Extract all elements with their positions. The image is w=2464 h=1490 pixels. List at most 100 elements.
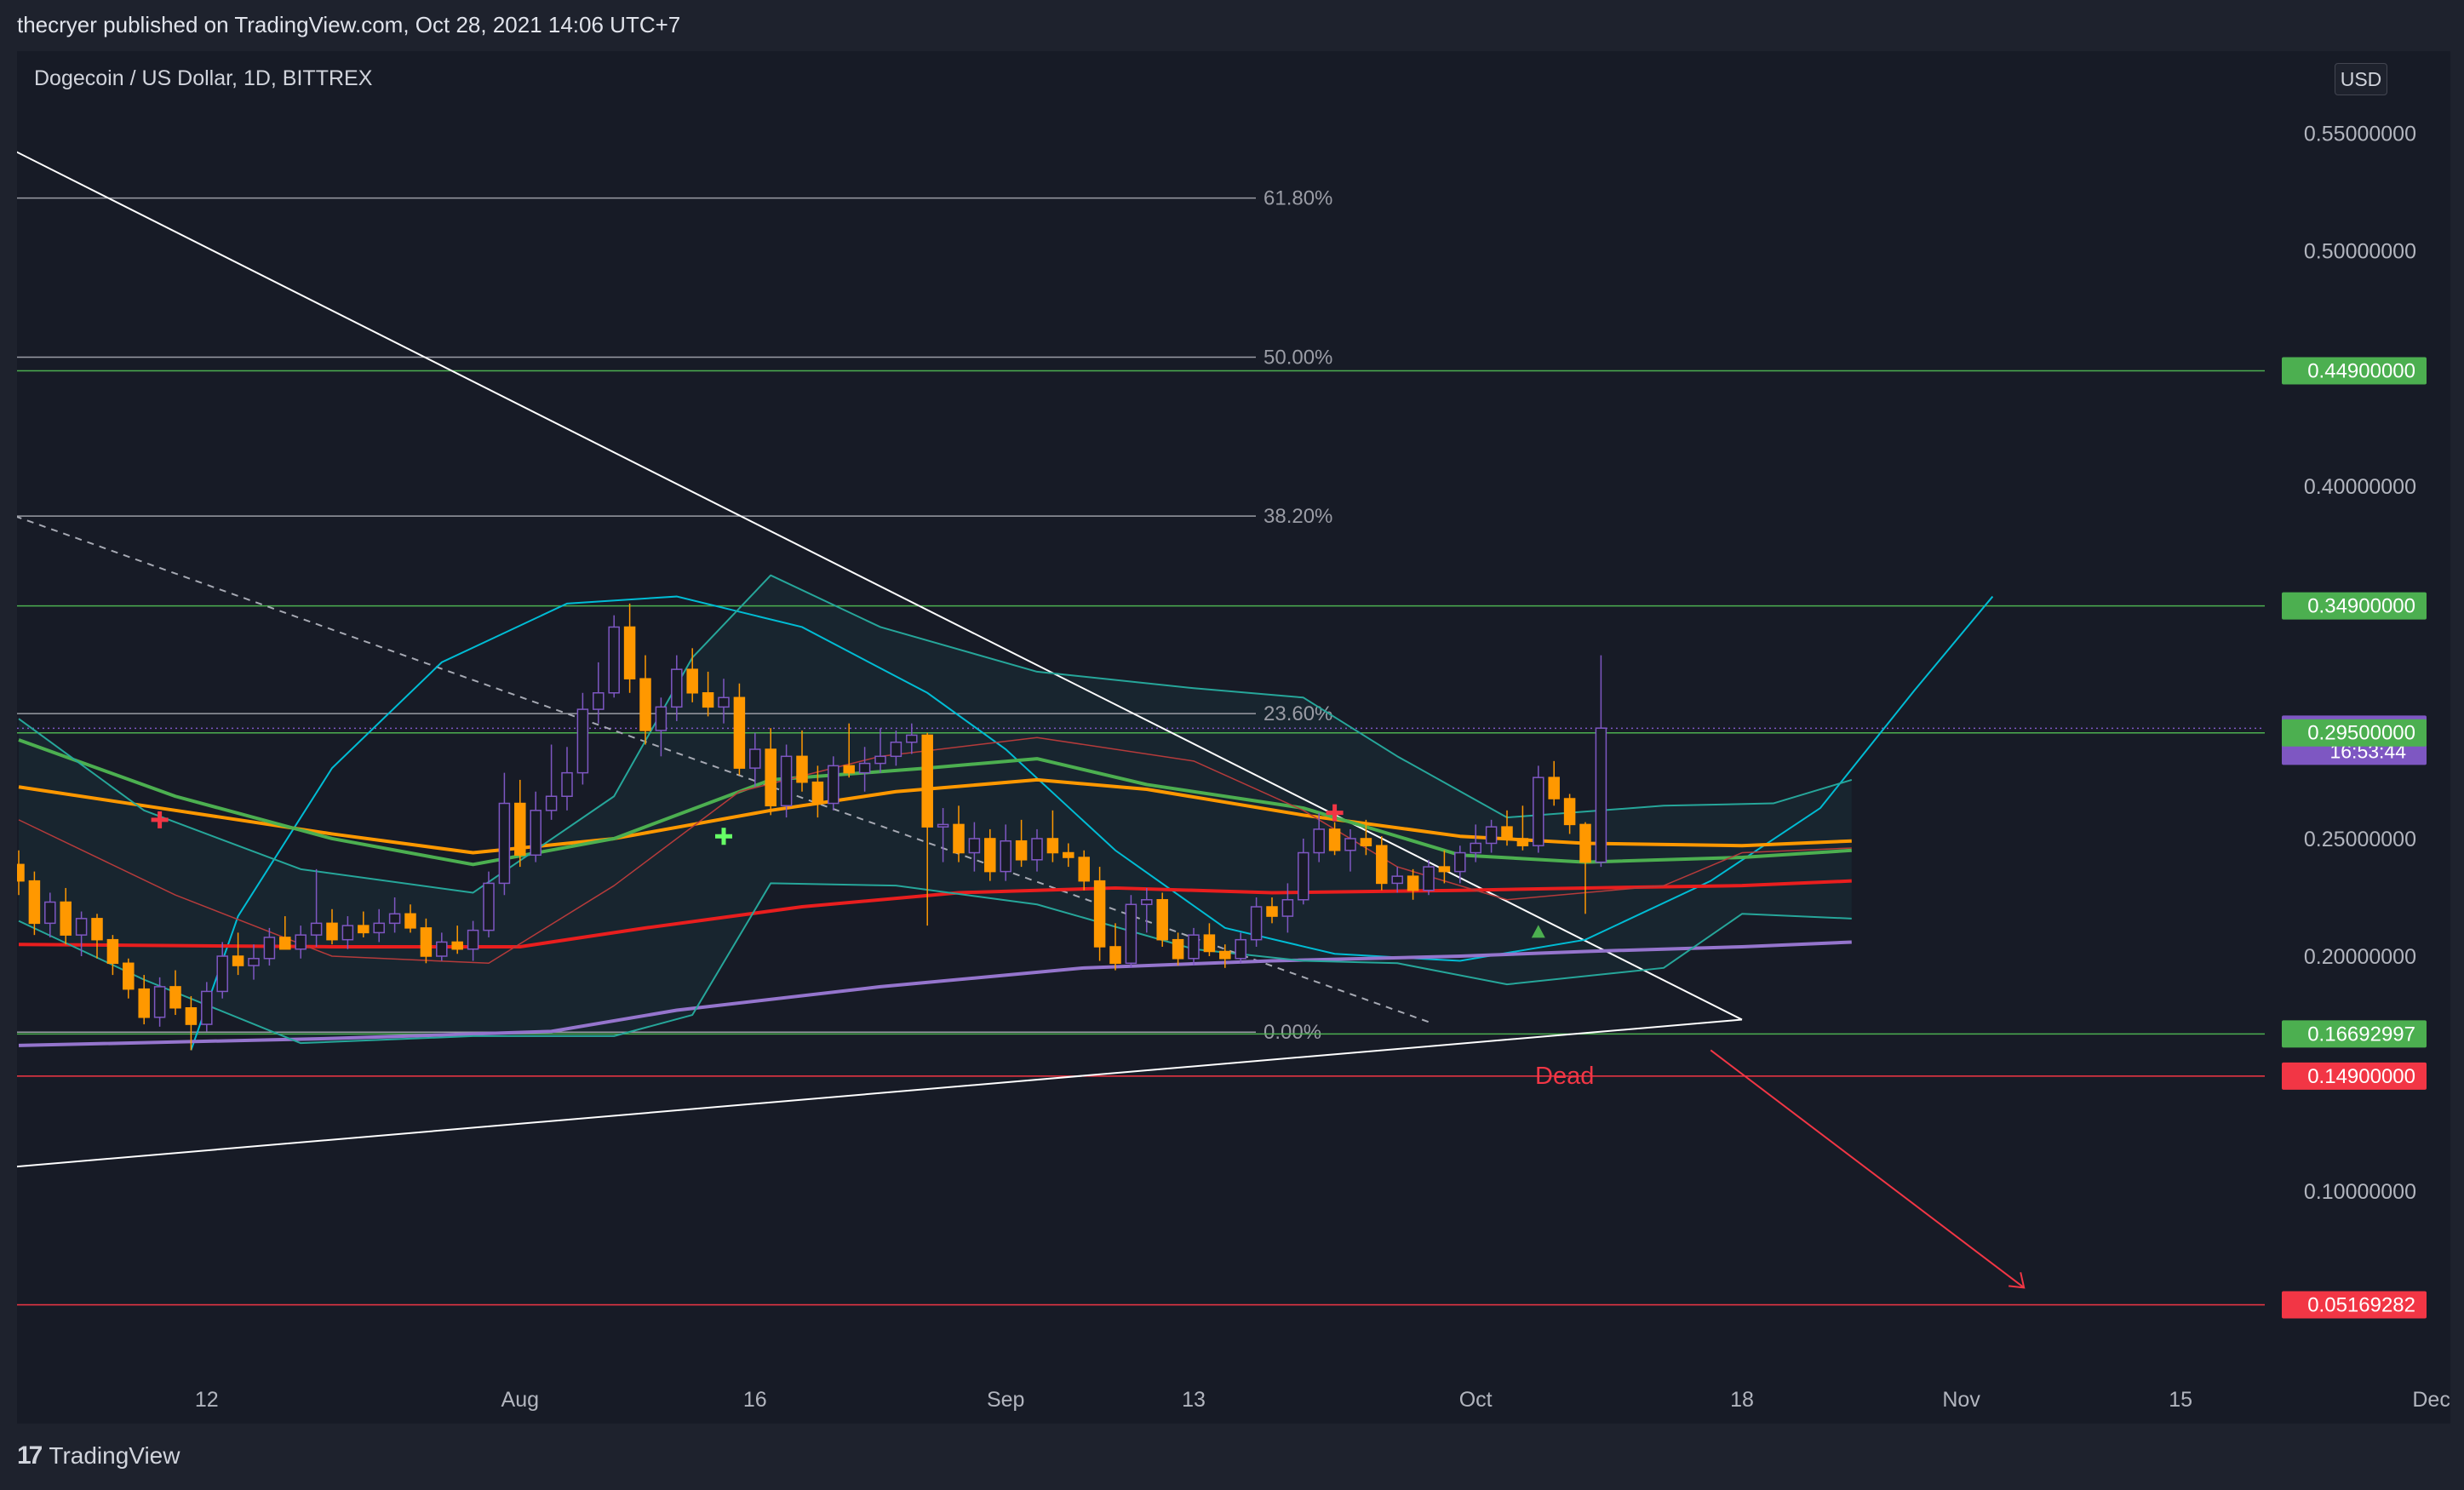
fib-level-label: 50.00%: [1264, 346, 1332, 369]
candle: [1328, 828, 1341, 851]
candle: [341, 925, 354, 941]
candle: [796, 755, 808, 783]
candle: [702, 692, 714, 708]
candle: [718, 696, 730, 708]
candle: [828, 765, 839, 805]
candle: [1219, 950, 1231, 960]
candle: [1548, 777, 1560, 799]
candle: [498, 802, 511, 885]
y-axis-tick-label: 0.20000000: [2304, 945, 2416, 969]
candle: [1172, 938, 1184, 960]
candle: [561, 771, 573, 798]
candle: [1015, 840, 1028, 861]
x-axis-tick-label: 12: [195, 1388, 219, 1412]
candle: [843, 765, 855, 774]
rising-trendline: [17, 1018, 1743, 1168]
y-axis-tick-label: 0.50000000: [2304, 240, 2416, 264]
price-badge-label: 0.16692997: [2307, 1023, 2415, 1046]
candle: [1376, 845, 1388, 885]
candle: [1313, 828, 1325, 854]
candle: [1203, 934, 1216, 953]
y-axis-tick-label: 0.40000000: [2304, 475, 2416, 499]
candle: [91, 918, 103, 941]
candle: [1344, 838, 1356, 851]
candle: [1156, 898, 1168, 941]
candle: [216, 955, 228, 993]
candle: [185, 1007, 198, 1025]
candle: [451, 941, 463, 950]
price-badge-label: 0.34900000: [2307, 595, 2415, 618]
candle: [1000, 840, 1011, 873]
price-chart[interactable]: 61.80% 50.00% 38.20% 23.60% 0.00% Dead 0.55000…: [0, 0, 2464, 1490]
candle: [17, 863, 25, 882]
candle: [576, 708, 589, 774]
candle: [1470, 842, 1481, 854]
candle: [75, 918, 88, 936]
candle: [404, 913, 416, 929]
candle: [937, 823, 949, 828]
candle: [1141, 898, 1153, 906]
x-axis-tick-label: 16: [743, 1388, 767, 1412]
candle: [60, 901, 72, 936]
candle: [1109, 946, 1121, 965]
candle: [1438, 866, 1451, 873]
x-axis-tick-label: Sep: [987, 1388, 1024, 1412]
candle: [201, 990, 213, 1025]
candle: [686, 668, 698, 694]
candle: [608, 626, 620, 694]
candle: [514, 802, 526, 857]
candle: [749, 748, 761, 769]
x-axis-tick-label: Oct: [1459, 1388, 1493, 1412]
candle: [1485, 826, 1498, 845]
currency-button[interactable]: USD: [2335, 63, 2387, 95]
candle: [436, 941, 448, 957]
candle: [1391, 875, 1403, 885]
candle: [28, 880, 41, 925]
candle: [811, 781, 824, 805]
candle: [874, 755, 886, 765]
candle: [1063, 851, 1074, 858]
x-axis-tick-label: 13: [1182, 1388, 1206, 1412]
candle: [1579, 823, 1591, 863]
y-axis-tick-label: 0.25000000: [2304, 828, 2416, 851]
candle: [483, 882, 495, 931]
candle: [1266, 906, 1278, 917]
footer-brand: TradingView: [49, 1442, 181, 1469]
candle: [671, 668, 683, 708]
candle: [44, 901, 56, 925]
candle: [858, 762, 871, 774]
candle: [1188, 934, 1200, 960]
candle: [1298, 851, 1309, 901]
candle: [388, 913, 401, 925]
candle: [1281, 898, 1294, 917]
candle: [1046, 838, 1059, 854]
x-axis-tick-label: 18: [1730, 1388, 1754, 1412]
candle: [106, 938, 119, 965]
candle: [1078, 857, 1090, 882]
target-arrow: [1710, 1049, 2025, 1289]
candle: [545, 795, 558, 811]
candle: [279, 937, 291, 950]
candle: [467, 929, 479, 950]
annotation-dead: Dead: [1535, 1063, 1594, 1090]
candle: [310, 922, 323, 936]
x-axis-tick-label: 15: [2169, 1388, 2192, 1412]
candle: [1563, 798, 1576, 826]
price-badge-label: 0.44900000: [2307, 360, 2415, 383]
candle: [1516, 838, 1529, 846]
candle: [780, 755, 793, 807]
y-axis-tick-label: 0.10000000: [2304, 1180, 2416, 1204]
candle: [765, 748, 776, 807]
candle: [1235, 938, 1246, 960]
candle: [655, 706, 668, 731]
candle: [1423, 866, 1435, 891]
candle: [593, 692, 605, 710]
candle: [1093, 880, 1106, 948]
candle: [123, 962, 135, 990]
candle: [1031, 838, 1043, 861]
candle: [906, 734, 918, 743]
candle: [373, 922, 385, 934]
plot-area: 61.80% 50.00% 38.20% 23.60% 0.00% Dead: [17, 151, 2265, 1306]
x-axis-tick-label: Aug: [501, 1388, 539, 1412]
candle: [358, 925, 370, 934]
